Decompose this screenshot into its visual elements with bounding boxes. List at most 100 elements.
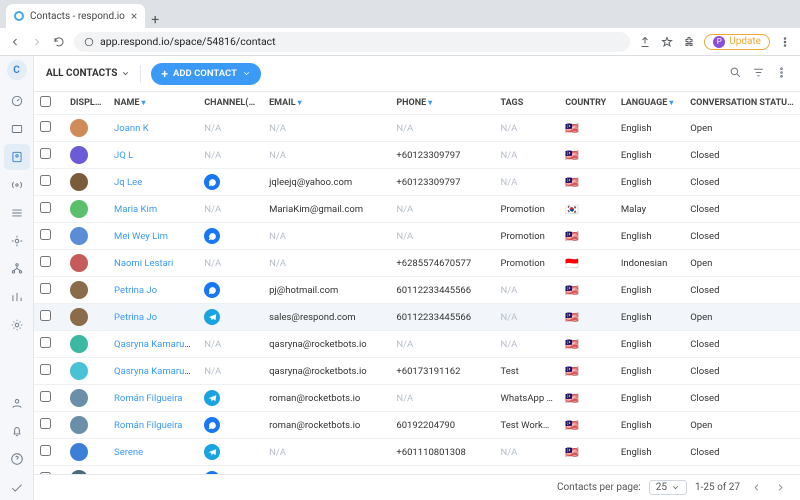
back-button[interactable] — [8, 35, 22, 49]
share-icon[interactable] — [638, 35, 652, 49]
cell-status: Closed — [684, 466, 800, 475]
sidebar-reports[interactable] — [4, 284, 30, 310]
row-checkbox[interactable] — [40, 121, 51, 132]
row-checkbox[interactable] — [40, 229, 51, 240]
col-name[interactable]: NAME▾ — [108, 92, 198, 115]
col-channels[interactable]: CHANNEL(S) — [198, 92, 263, 115]
extensions-icon[interactable] — [682, 35, 696, 49]
row-checkbox[interactable] — [40, 175, 51, 186]
sidebar-settings[interactable] — [4, 312, 30, 338]
channel-icon — [204, 309, 220, 325]
col-phone[interactable]: PHONE▾ — [390, 92, 494, 115]
contact-name[interactable]: Qasryna Kamarudin — [114, 339, 197, 350]
search-icon[interactable] — [729, 66, 742, 82]
workspace-avatar[interactable]: C — [7, 60, 27, 80]
cell-country: 🇲🇾 — [559, 304, 615, 331]
contact-name[interactable]: Román Filgueira — [114, 393, 182, 404]
sidebar-workflows[interactable] — [4, 200, 30, 226]
cell-language: English — [615, 439, 684, 466]
contact-name[interactable]: Naomi Lestari — [114, 258, 173, 269]
star-icon[interactable] — [660, 35, 674, 49]
contact-name[interactable]: JQ L — [114, 150, 133, 161]
browser-tab[interactable]: Contacts - respond.io × — [6, 4, 145, 28]
cell-country: 🇲🇾 — [559, 277, 615, 304]
sidebar-notifications[interactable] — [4, 418, 30, 444]
col-status[interactable]: CONVERSATION STATUS▾ — [684, 92, 800, 115]
sidebar-brand[interactable] — [4, 474, 30, 500]
row-checkbox[interactable] — [40, 391, 51, 402]
add-contact-button[interactable]: + ADD CONTACT — [151, 63, 261, 85]
contact-name[interactable]: Petrina Jo — [114, 285, 157, 296]
row-checkbox[interactable] — [40, 310, 51, 321]
table-row[interactable]: SereneN/A+601110801308N/A🇲🇾EnglishClosed — [34, 439, 800, 466]
table-row[interactable]: Petrina Jopj@hotmail.com601122334455​66N… — [34, 277, 800, 304]
table-row[interactable]: Naomi LestariN/AN/A+6285574670577Promoti… — [34, 250, 800, 277]
sidebar-org[interactable] — [4, 256, 30, 282]
sidebar-user[interactable] — [4, 390, 30, 416]
sidebar-broadcast[interactable] — [4, 172, 30, 198]
cell-tags: N/A — [494, 277, 559, 304]
row-checkbox[interactable] — [40, 202, 51, 213]
contacts-table-wrap[interactable]: DISPLAY NAME▾ CHANNEL(S) EMAIL▾ PHONE▾ T… — [34, 92, 800, 474]
filter-icon[interactable] — [752, 66, 765, 82]
table-row[interactable]: Mei Wey LimN/AN/APromotion🇲🇾EnglishClose… — [34, 223, 800, 250]
table-row[interactable]: Qasryna KamarudinN/Aqasryna@rocketbots.i… — [34, 331, 800, 358]
col-tags[interactable]: TAGS — [494, 92, 559, 115]
row-checkbox[interactable] — [40, 364, 51, 375]
sidebar-automation[interactable] — [4, 228, 30, 254]
row-checkbox[interactable] — [40, 445, 51, 456]
contact-name[interactable]: Qasryna Kamarudin — [114, 366, 197, 377]
row-checkbox[interactable] — [40, 148, 51, 159]
contact-name[interactable]: Mei Wey Lim — [114, 231, 168, 242]
contact-name[interactable]: Maria Kim — [114, 204, 157, 215]
menu-icon[interactable] — [778, 35, 792, 49]
table-row[interactable]: Petrina Josales@respond.com601122334455​… — [34, 304, 800, 331]
segment-dropdown[interactable]: ALL CONTACTS — [46, 68, 130, 79]
col-display[interactable]: DISPLAY — [64, 92, 108, 115]
contact-name[interactable]: Petrina Jo — [114, 312, 157, 323]
close-tab-icon[interactable]: × — [131, 9, 137, 23]
cell-status: Closed — [684, 331, 800, 358]
select-all-checkbox[interactable] — [40, 96, 51, 107]
forward-button[interactable] — [30, 35, 44, 49]
table-row[interactable]: Joann KN/AN/AN/AN/A🇲🇾EnglishOpen — [34, 115, 800, 142]
next-page-button[interactable] — [772, 480, 788, 496]
sidebar-contacts[interactable] — [4, 144, 30, 170]
row-checkbox[interactable] — [40, 337, 51, 348]
contact-name[interactable]: Serene — [114, 447, 143, 458]
favicon — [14, 11, 24, 21]
cell-phone: +6285574670577 — [390, 250, 494, 277]
contact-name[interactable]: Jq Lee — [114, 177, 142, 188]
cell-tags: Promotion — [494, 196, 559, 223]
col-country[interactable]: COUNTRY — [559, 92, 615, 115]
col-email[interactable]: EMAIL▾ — [263, 92, 390, 115]
sidebar-inbox[interactable] — [4, 116, 30, 142]
table-row[interactable]: Jq Leejqleejq@yahoo.com+60123309797N/A🇲🇾… — [34, 169, 800, 196]
table-row[interactable]: JQ LN/AN/A+60123309797N/A🇲🇾EnglishClosed — [34, 142, 800, 169]
sidebar-dashboard[interactable] — [4, 88, 30, 114]
new-tab-button[interactable]: + — [145, 12, 165, 28]
row-checkbox[interactable] — [40, 418, 51, 429]
contact-name[interactable]: Román Filgueira — [114, 420, 182, 431]
add-contact-label: ADD CONTACT — [173, 68, 237, 79]
sidebar-help[interactable] — [4, 446, 30, 472]
more-icon[interactable] — [775, 66, 788, 82]
table-row[interactable]: Maria KimN/AMariaKim@gmail.comN/APromoti… — [34, 196, 800, 223]
address-bar[interactable]: app.respond.io/space/54816/contact — [74, 32, 630, 52]
row-checkbox[interactable] — [40, 283, 51, 294]
prev-page-button[interactable] — [748, 480, 764, 496]
table-row[interactable]: Serene Tanserene@rocketbots.io+601110801… — [34, 466, 800, 475]
page-size-select[interactable]: 25 — [649, 480, 687, 495]
contact-name[interactable]: Joann K — [114, 123, 149, 134]
table-row[interactable]: Román Filgueiraroman@rocketbots.io601922… — [34, 412, 800, 439]
update-chip[interactable]: P Update — [704, 34, 770, 50]
avatar — [70, 308, 88, 326]
reload-button[interactable] — [52, 35, 66, 49]
table-row[interactable]: Román Filgueiraroman@rocketbots.ioN/AWha… — [34, 385, 800, 412]
cell-country: 🇲🇾 — [559, 466, 615, 475]
col-language[interactable]: LANGUAGE▾ — [615, 92, 684, 115]
cell-tags: Test Workflow — [494, 412, 559, 439]
row-checkbox[interactable] — [40, 256, 51, 267]
contacts-toolbar: ALL CONTACTS + ADD CONTACT — [34, 56, 800, 92]
table-row[interactable]: Qasryna KamarudinN/Aqasryna@rocketbots.i… — [34, 358, 800, 385]
